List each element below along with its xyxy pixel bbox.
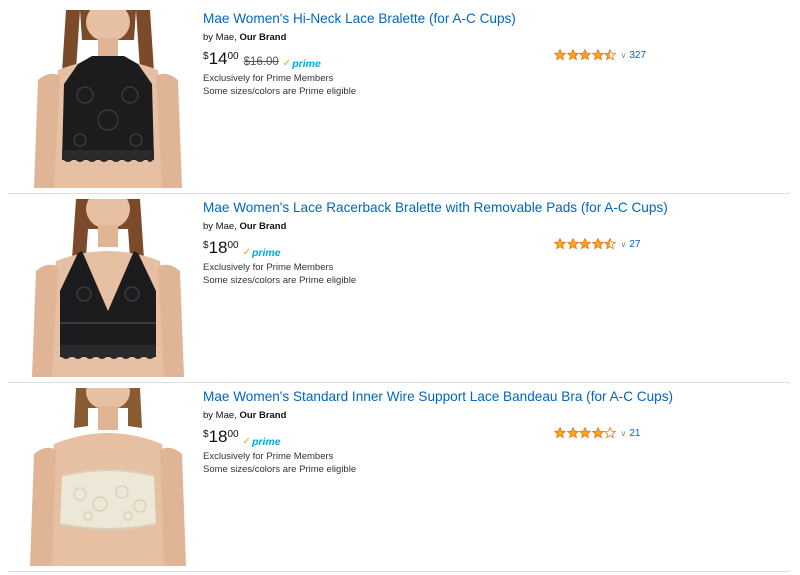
star-icon: [554, 427, 566, 439]
star-icon: [591, 427, 604, 439]
price-whole: 14: [208, 49, 228, 68]
review-count-link[interactable]: 327: [629, 50, 646, 61]
prime-check-icon: ✓: [242, 247, 251, 258]
star-icon: [604, 49, 616, 61]
product-title-link[interactable]: Mae Women's Hi-Neck Lace Bralette (for A…: [203, 10, 543, 28]
byline-by: by Mae,: [203, 410, 240, 421]
star-rating[interactable]: [554, 427, 617, 439]
byline: by Mae, Our Brand: [203, 410, 543, 422]
star-icon: [579, 238, 591, 250]
eligible-note: Some sizes/colors are Prime eligible: [203, 85, 357, 97]
star-icon: [604, 238, 616, 250]
product-info: Mae Women's Lace Racerback Bralette with…: [203, 199, 668, 287]
prime-check-icon: ✓: [242, 436, 251, 447]
product-info: Mae Women's Hi-Neck Lace Bralette (for A…: [203, 10, 543, 98]
prime-badge: ✓ prime: [243, 433, 281, 451]
star-icon: [604, 427, 616, 439]
chevron-down-icon[interactable]: ∨: [621, 429, 627, 438]
racerback-bralette-image: [32, 199, 184, 377]
price-row: $18 00 ✓ prime: [203, 238, 543, 262]
byline: by Mae, Our Brand: [203, 32, 543, 44]
eligible-note: Some sizes/colors are Prime eligible: [203, 274, 357, 286]
eligible-note: Some sizes/colors are Prime eligible: [203, 463, 357, 475]
star-icon: [554, 238, 566, 250]
review-count-link[interactable]: 21: [629, 428, 640, 439]
result-item: Mae Women's Hi-Neck Lace Bralette (for A…: [8, 0, 790, 188]
star-rating[interactable]: [554, 49, 617, 61]
prime-badge: ✓ prime: [243, 244, 281, 262]
product-image[interactable]: [30, 199, 186, 377]
review-count-link[interactable]: 27: [629, 239, 640, 250]
exclusive-note: Exclusively for Prime Members: [203, 73, 334, 84]
prime-label: prime: [252, 436, 281, 448]
exclusive-note: Exclusively for Prime Members: [203, 262, 334, 273]
price-fraction: 00: [227, 429, 239, 440]
star-icon: [591, 238, 604, 250]
product-info: Mae Women's Standard Inner Wire Support …: [203, 388, 673, 476]
price-row: $14 00 $16.00 ✓ prime: [203, 49, 543, 73]
price-whole: 18: [208, 427, 228, 446]
bandeau-bra-image: [30, 388, 186, 566]
rating: ∨ 21: [554, 427, 640, 439]
star-icon: [554, 49, 566, 61]
prime-check-icon: ✓: [282, 58, 292, 69]
exclusive-note: Exclusively for Prime Members: [203, 451, 334, 462]
product-image[interactable]: [30, 388, 186, 566]
byline: by Mae, Our Brand: [203, 221, 543, 233]
search-results: Mae Women's Hi-Neck Lace Bralette (for A…: [0, 0, 800, 575]
product-title-link[interactable]: Mae Women's Standard Inner Wire Support …: [203, 388, 673, 406]
result-item: Mae Women's Standard Inner Wire Support …: [8, 378, 790, 566]
result-divider: [8, 571, 790, 572]
product-image[interactable]: [30, 10, 186, 188]
star-icon: [566, 238, 579, 250]
list-price: $16.00: [243, 56, 279, 68]
price: $14 00: [203, 49, 239, 69]
price-row: $18 00 ✓ prime: [203, 427, 543, 451]
star-icon: [579, 427, 591, 439]
price-whole: 18: [208, 238, 228, 257]
prime-label: prime: [292, 58, 321, 70]
rating: ∨ 27: [554, 238, 640, 250]
brand-label: Our Brand: [239, 32, 287, 43]
brand-label: Our Brand: [239, 410, 287, 421]
product-title-link[interactable]: Mae Women's Lace Racerback Bralette with…: [203, 199, 668, 217]
brand-label: Our Brand: [239, 221, 287, 232]
prime-label: prime: [252, 247, 281, 259]
chevron-down-icon[interactable]: ∨: [621, 240, 627, 249]
result-divider: [8, 382, 790, 383]
byline-by: by Mae,: [203, 221, 240, 232]
star-icon: [579, 49, 591, 61]
price-fraction: 00: [227, 51, 239, 62]
prime-badge: ✓ prime: [283, 55, 321, 73]
star-icon: [566, 49, 579, 61]
price-fraction: 00: [227, 240, 239, 251]
star-icon: [566, 427, 579, 439]
price: $18 00: [203, 427, 239, 447]
star-rating[interactable]: [554, 238, 617, 250]
star-icon: [591, 49, 604, 61]
result-item: Mae Women's Lace Racerback Bralette with…: [8, 189, 790, 377]
rating: ∨ 327: [554, 49, 646, 61]
chevron-down-icon[interactable]: ∨: [621, 51, 627, 60]
price: $18 00: [203, 238, 239, 258]
byline-by: by Mae,: [203, 32, 240, 43]
result-divider: [8, 193, 790, 194]
hi-neck-bralette-image: [34, 10, 182, 188]
